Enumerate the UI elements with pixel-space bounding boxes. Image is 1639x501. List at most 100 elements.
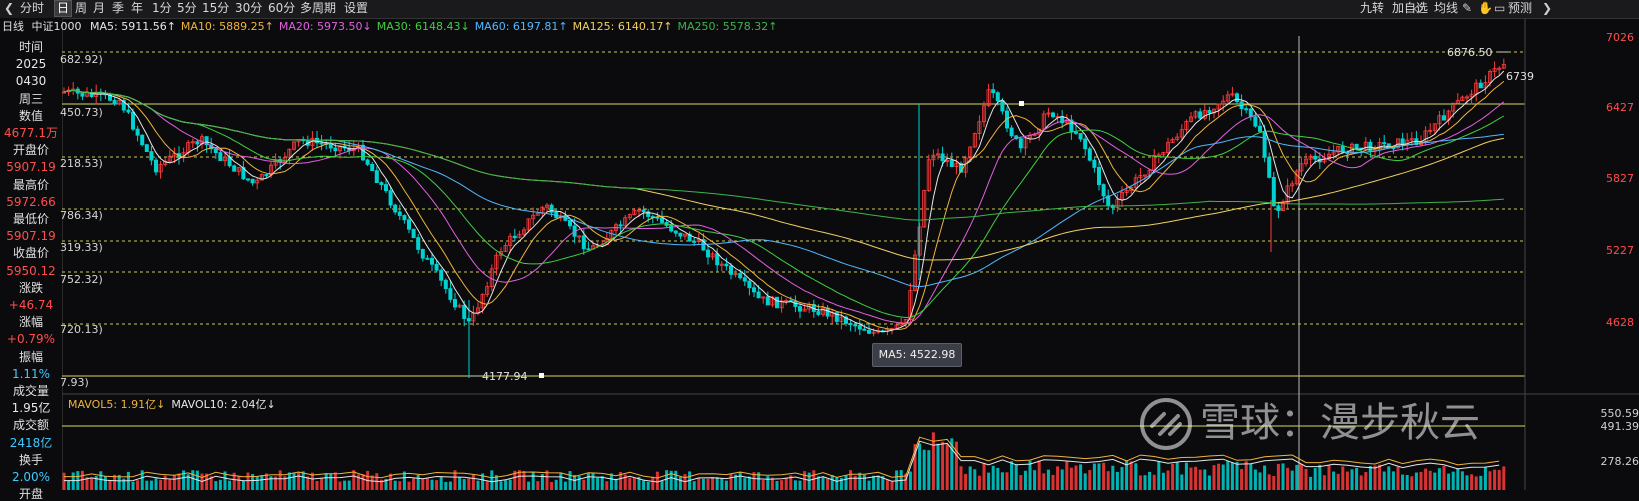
price-axis-label: 4628 (1606, 316, 1634, 329)
candle-body (1268, 157, 1271, 177)
volume-bar (449, 482, 452, 490)
volume-bar (582, 480, 585, 490)
level-price-label: 218.53) (60, 157, 103, 170)
candle-body (752, 288, 755, 292)
candle-body (417, 238, 420, 250)
volume-bar (486, 481, 489, 490)
candle-body (315, 138, 318, 143)
volume-bar (371, 475, 374, 490)
volume-bar (435, 480, 438, 490)
volume-bar (1240, 469, 1243, 490)
volume-bar (1456, 468, 1459, 490)
volume-bar (1153, 475, 1156, 490)
volume-bar (1498, 470, 1501, 490)
volume-bar (1351, 469, 1354, 490)
candle-body (766, 297, 769, 305)
volume-bar (168, 480, 171, 490)
volume-bar (1245, 461, 1248, 490)
volume-bar (559, 473, 562, 490)
volume-bar (1190, 468, 1193, 490)
volume-bar (1392, 471, 1395, 490)
candle-body (430, 258, 433, 264)
volume-bar (1397, 467, 1400, 490)
volume-bar (1121, 467, 1124, 490)
volume-bar (1162, 473, 1165, 490)
candle-body (1314, 156, 1317, 159)
volume-bar (794, 480, 797, 490)
volume-bar (1042, 473, 1045, 490)
volume-bar (237, 476, 240, 490)
volume-bar (923, 450, 926, 490)
volume-bar (946, 444, 949, 490)
candle-body (619, 225, 622, 226)
volume-bar (412, 478, 415, 490)
volume-bar (1475, 476, 1478, 490)
volume-bar (1479, 476, 1482, 490)
volume-bar (610, 473, 613, 490)
volume-bar (518, 470, 521, 490)
level-price-label: 319.33) (60, 241, 103, 254)
volume-bar (260, 475, 263, 490)
volume-bar (67, 480, 70, 490)
volume-bar (1065, 461, 1068, 490)
candle-body (854, 325, 857, 326)
volume-bar (1075, 466, 1078, 490)
candle-body (440, 270, 443, 280)
volume-bar (1102, 463, 1105, 490)
volume-bar (550, 482, 553, 490)
volume-bar (1378, 465, 1381, 490)
volume-bar (1291, 471, 1294, 490)
candle-body (154, 160, 157, 172)
candle-body (757, 292, 760, 298)
volume-bar (628, 478, 631, 490)
volume-bar (155, 478, 158, 490)
candle-body (1019, 139, 1022, 148)
candle-body (444, 280, 447, 288)
volume-bar (1484, 467, 1487, 490)
volume-bar (132, 482, 135, 490)
volume-bar (845, 475, 848, 490)
volume-bar (1300, 464, 1303, 490)
candle-body (996, 93, 999, 101)
volume-bar (348, 481, 351, 490)
volume-bar (1452, 472, 1455, 490)
volume-bar (1318, 465, 1321, 490)
volume-bar (394, 481, 397, 490)
candle-body (941, 154, 944, 161)
candle-body (81, 93, 84, 96)
volume-bar (109, 480, 112, 490)
volume-bar (1015, 464, 1018, 490)
volume-bar (1213, 465, 1216, 490)
volume-bar (725, 481, 728, 490)
volume-bar (1010, 461, 1013, 490)
volume-bar (978, 476, 981, 490)
volume-bar (1107, 471, 1110, 490)
candle-body (1272, 177, 1275, 205)
volume-bar (242, 480, 245, 490)
volume-bar (891, 481, 894, 490)
candle-body (1208, 111, 1211, 113)
volume-bar (1019, 475, 1022, 490)
candle-body (693, 241, 696, 242)
candle-body (394, 205, 397, 212)
candle-body (670, 225, 673, 231)
volume-bar (895, 470, 898, 490)
volume-bar (808, 473, 811, 490)
candle-body (863, 329, 866, 330)
candle-body (1097, 167, 1100, 184)
candle-body (1249, 109, 1252, 117)
level-price-label: 752.32) (60, 273, 103, 286)
volume-bar (868, 481, 871, 490)
candle-body (380, 183, 383, 185)
volume-bar (1084, 473, 1087, 490)
volume-bar (247, 473, 250, 490)
volume-axis-label: 550.59 (1601, 407, 1639, 420)
volume-bar (1116, 472, 1119, 490)
volume-bar (136, 480, 139, 490)
candle-body (1355, 144, 1358, 148)
volume-legend: MAVOL5: 1.91亿↓MAVOL10: 2.04亿↓ (62, 397, 276, 413)
candle-body (706, 250, 709, 257)
volume-bar (472, 475, 475, 490)
volume-bar (1314, 468, 1317, 490)
volume-bar (417, 475, 420, 490)
